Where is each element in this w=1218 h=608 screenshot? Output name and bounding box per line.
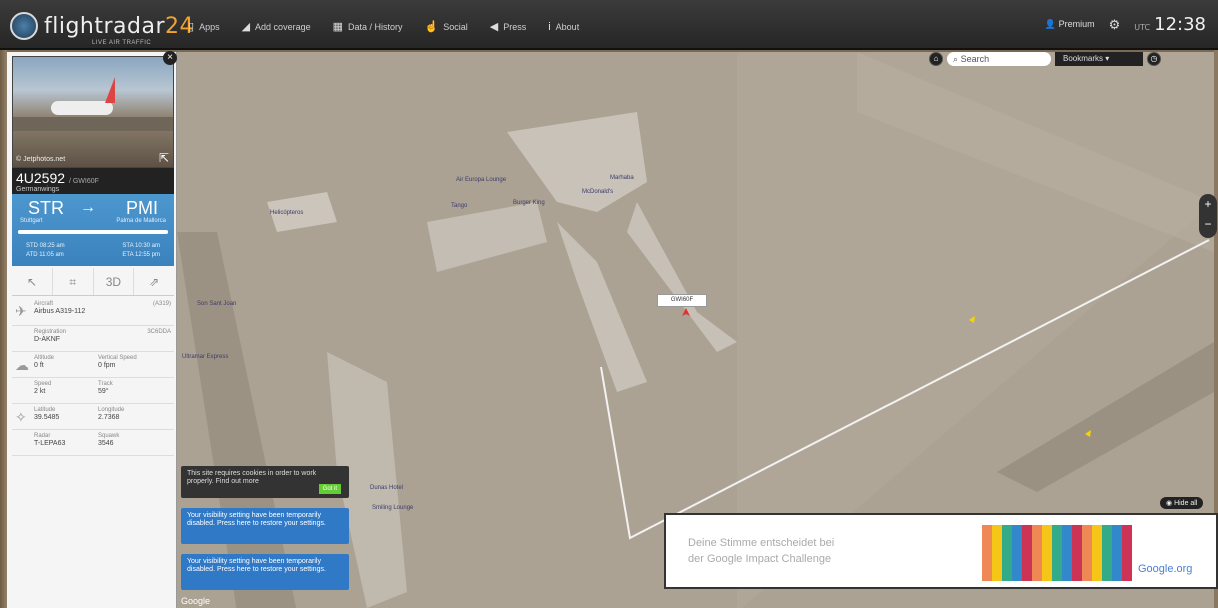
panel-actions: ↖ ⌗ 3D ⇗: [12, 268, 174, 296]
chevron-down-icon: ▾: [1105, 54, 1110, 63]
flight-header: 4U2592 / GWI60F Germanwings: [12, 168, 174, 194]
zoom-in-button[interactable]: +: [1199, 194, 1217, 214]
ad-brand: Google.org: [1138, 563, 1193, 575]
database-icon: ▦: [332, 21, 343, 33]
detail-row: ✈ Aircraft Airbus A319-112 (A319): [12, 298, 174, 326]
3d-view-button[interactable]: 3D: [94, 268, 135, 295]
google-maps-logo[interactable]: Google: [181, 596, 210, 606]
route-icon[interactable]: ↖: [12, 268, 53, 295]
map-label: Marhaba: [610, 175, 634, 181]
follow-icon[interactable]: ⌗: [53, 268, 94, 295]
visibility-notice[interactable]: Your visibility setting have been tempor…: [181, 554, 349, 590]
destination-city: Palma de Mallorca: [116, 218, 166, 224]
cloud-icon: ☁: [15, 357, 29, 373]
map-label: Tango: [451, 203, 468, 209]
search-icon: ⌕: [953, 54, 959, 64]
destination-code: PMI: [125, 198, 158, 218]
utc-clock: UTC 12:38: [1134, 14, 1206, 35]
thumbs-up-icon: ☝: [424, 21, 439, 33]
airline-name: Germanwings: [16, 186, 60, 193]
main-menu: ▯ Apps ◢ Add coverage ▦ Data / History ☝ Soc…: [188, 20, 579, 34]
antenna-icon: ◢: [241, 21, 251, 33]
hide-all-button[interactable]: ◉ Hide all: [1160, 497, 1204, 509]
radar-logo-icon: [10, 12, 38, 40]
nav-apps[interactable]: ▯ Apps: [188, 20, 220, 33]
settings-gear-icon[interactable]: ⚙: [1109, 17, 1121, 33]
departure-scheduled: STD 08:25 am: [26, 243, 65, 249]
airplane-icon: ✈: [15, 303, 27, 319]
phone-icon: ▯: [188, 21, 195, 33]
origin-code: STR: [28, 198, 64, 218]
map-label: McDonald's: [582, 189, 614, 195]
departure-actual: ATD 11:05 am: [26, 252, 64, 258]
flight-details: ✈ Aircraft Airbus A319-112 (A319) Registr…: [12, 298, 174, 456]
flight-number: 4U2592: [16, 170, 66, 186]
cookie-ok-button[interactable]: Got it: [318, 484, 341, 494]
nav-press[interactable]: ◀ Press: [490, 20, 526, 33]
map-label: Air Europa Lounge: [456, 177, 507, 183]
aircraft-photo[interactable]: © Jetphotos.net ⇱: [12, 56, 174, 168]
brand-tagline: LIVE AIR TRAFFIC: [92, 40, 152, 46]
map-label: Burger King: [513, 200, 545, 206]
flight-progress-bar: [18, 230, 168, 234]
nav-data-history[interactable]: ▦ Data / History: [333, 20, 403, 33]
logo[interactable]: flightradar24: [10, 10, 194, 42]
megaphone-icon: ◀: [489, 21, 499, 33]
detail-row: ✧ Latitude 39.5485 Longitude 2.7368: [12, 404, 174, 430]
route-box: STR PMI → Stuttgart Palma de Mallorca STD …: [12, 194, 174, 266]
arrival-scheduled: STA 10:30 am: [122, 243, 160, 249]
nav-social[interactable]: ☝ Social: [425, 20, 468, 33]
share-icon[interactable]: ⇗: [134, 268, 174, 295]
top-navigation-bar: flightradar24 LIVE AIR TRAFFIC ▯ Apps ◢ Ad…: [0, 0, 1218, 50]
nav-about[interactable]: i About: [548, 20, 579, 33]
arrival-estimated: ETA 12:55 pm: [122, 252, 160, 258]
clock-icon[interactable]: ◷: [1147, 52, 1161, 66]
home-icon[interactable]: ⌂: [929, 52, 943, 66]
advertisement-banner[interactable]: Deine Stimme entscheidet bei der Google I…: [664, 513, 1218, 589]
photo-credit: © Jetphotos.net: [16, 156, 66, 163]
detail-row: Radar T-LEPA63 Squawk 3546: [12, 430, 174, 456]
search-input[interactable]: ⌕ Search: [947, 52, 1051, 66]
window-frame-left: [0, 0, 7, 608]
bookmarks-dropdown[interactable]: Bookmarks ▾: [1055, 52, 1143, 66]
selected-flight-tag[interactable]: GWI60F: [657, 294, 707, 307]
premium-link[interactable]: 👤 Premium: [1045, 19, 1095, 30]
ad-illustration: [982, 525, 1132, 581]
satellite-icon: ✧: [15, 409, 27, 425]
map-label: Dunas Hotel: [370, 485, 404, 491]
arrow-right-icon: →: [80, 199, 96, 216]
user-icon: 👤: [1044, 19, 1057, 29]
account-area: 👤 Premium ⚙ UTC 12:38: [1045, 14, 1206, 35]
nav-add-coverage[interactable]: ◢ Add coverage: [242, 20, 311, 33]
zoom-control: + −: [1199, 194, 1217, 238]
callsign: GWI60F: [72, 178, 99, 185]
cookie-notice: This site requires cookies in order to w…: [181, 466, 349, 498]
map-search-bar: ⌂ ⌕ Search Bookmarks ▾ ◷: [929, 52, 1161, 66]
zoom-out-button[interactable]: −: [1199, 214, 1217, 234]
origin-city: Stuttgart: [20, 218, 43, 224]
visibility-notice[interactable]: Your visibility setting have been tempor…: [181, 508, 349, 544]
map-label: Ultramar Express: [182, 354, 229, 360]
detail-row: Registration D-AKNF 3C6DDA: [12, 326, 174, 352]
external-link-icon[interactable]: ⇱: [159, 151, 169, 165]
brand-name: flightradar24: [44, 13, 195, 39]
map-label: Smiling Lounge: [372, 505, 414, 511]
detail-row: Speed 2 kt Track 59°: [12, 378, 174, 404]
eye-icon: ◉: [1166, 500, 1173, 507]
info-icon: i: [548, 20, 551, 33]
detail-row: ☁ Altitude 0 ft Vertical Speed 0 fpm: [12, 352, 174, 378]
map-label: Helicópteros: [270, 210, 304, 216]
map-label: Son Sant Joan: [197, 301, 237, 307]
flight-info-panel: © Jetphotos.net ⇱ 4U2592 / GWI60F German…: [7, 52, 177, 608]
close-panel-icon[interactable]: ×: [163, 51, 177, 65]
